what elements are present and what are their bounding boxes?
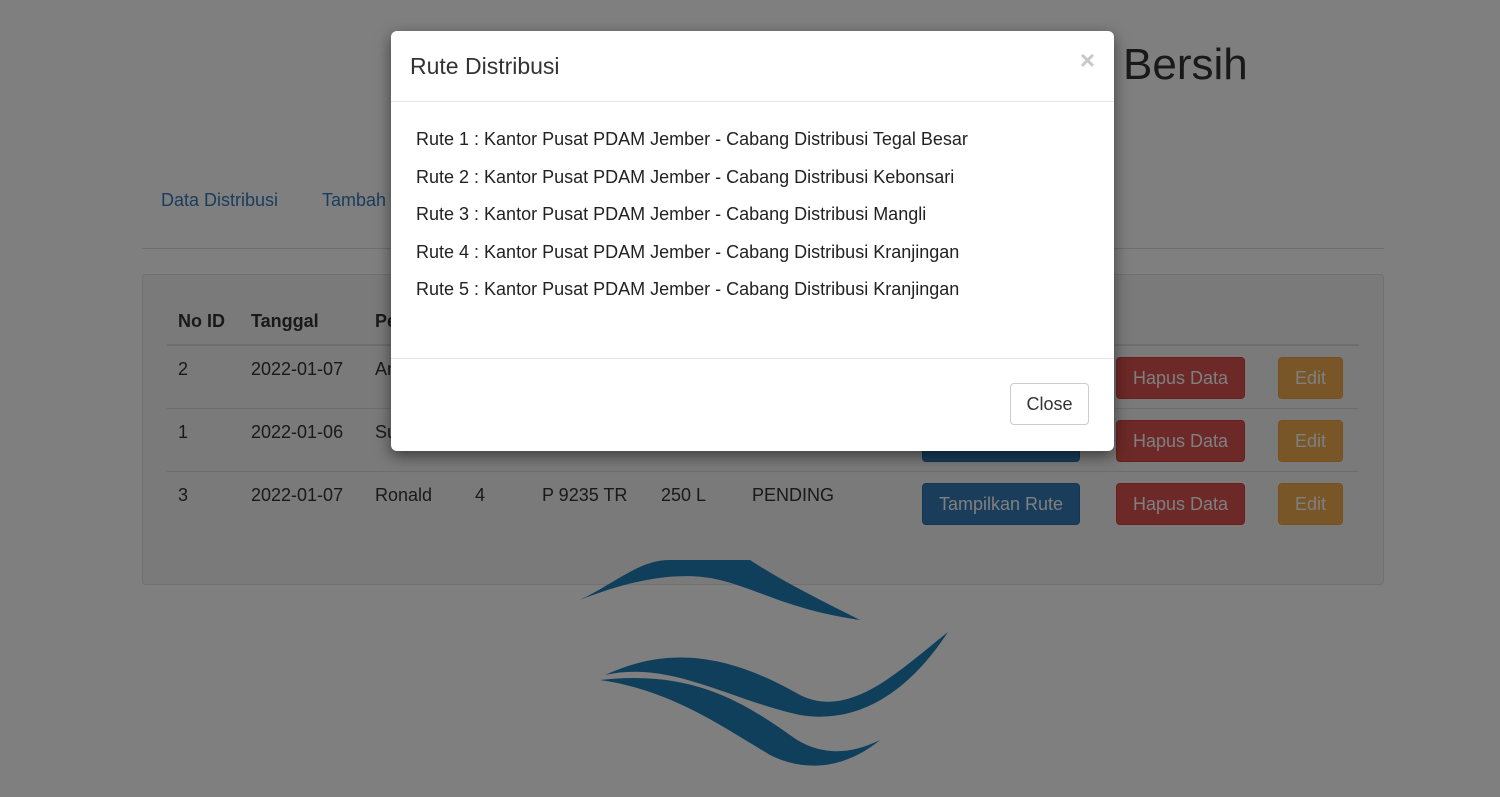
route-item: Rute 2 : Kantor Pusat PDAM Jember - Caba… (416, 166, 955, 187)
route-item: Rute 1 : Kantor Pusat PDAM Jember - Caba… (416, 129, 968, 149)
route-item: Rute 3 : Kantor Pusat PDAM Jember - Caba… (416, 204, 927, 224)
modal-body: Rute 1 : Kantor Pusat PDAM Jember - Caba… (416, 127, 968, 315)
route-modal: Rute Distribusi × Rute 1 : Kantor Pusat … (391, 31, 1114, 451)
modal-header: Rute Distribusi × (391, 31, 1114, 102)
modal-title: Rute Distribusi (410, 53, 560, 79)
close-icon[interactable]: × (1080, 45, 1095, 76)
route-item: Rute 5 : Kantor Pusat PDAM Jember - Caba… (416, 279, 960, 299)
close-button[interactable]: Close (1010, 383, 1089, 425)
route-item: Rute 4 : Kantor Pusat PDAM Jember - Caba… (416, 241, 960, 262)
modal-footer: Close (391, 358, 1114, 452)
